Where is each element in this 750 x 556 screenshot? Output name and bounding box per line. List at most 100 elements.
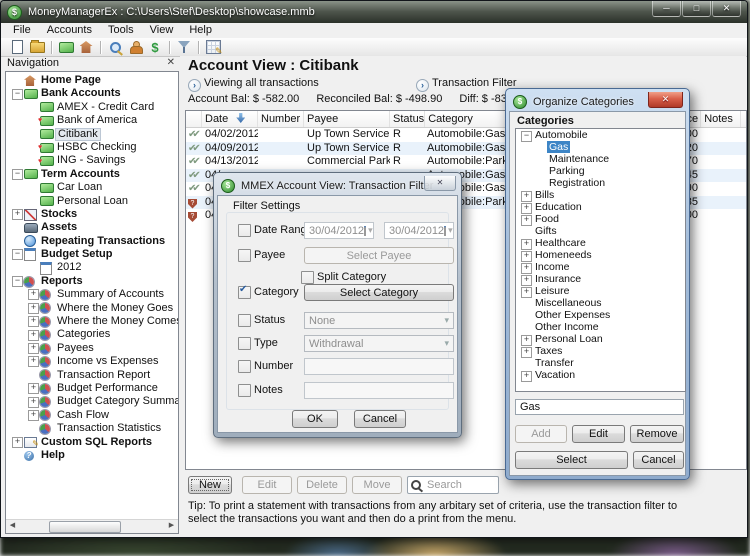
category-item[interactable]: Maintenance: [516, 153, 685, 165]
menu-item[interactable]: File: [5, 23, 39, 38]
nav-item[interactable]: + Cash Flow: [6, 409, 178, 422]
category-item[interactable]: − Automobile: [516, 129, 685, 142]
new-button[interactable]: New: [188, 476, 232, 494]
tree-expander-icon[interactable]: +: [521, 369, 533, 382]
search-box[interactable]: [407, 476, 499, 494]
tree-expander-icon[interactable]: +: [28, 289, 40, 301]
tree-expander-icon[interactable]: −: [12, 249, 24, 261]
nav-item[interactable]: + Payees: [6, 342, 178, 355]
tree-expander-icon[interactable]: +: [12, 209, 24, 221]
date-from-picker[interactable]: 30/04/2012: [304, 222, 374, 239]
nav-item[interactable]: + Categories: [6, 328, 178, 341]
tree-expander-icon[interactable]: +: [28, 316, 40, 328]
nav-item[interactable]: Personal Loan: [6, 195, 178, 208]
edit-button[interactable]: Edit: [242, 476, 292, 494]
tree-expander-icon[interactable]: +: [28, 409, 40, 421]
open-database-icon[interactable]: [27, 39, 47, 55]
search-input[interactable]: [425, 478, 495, 492]
navigation-close-icon[interactable]: ✕: [167, 58, 175, 68]
nav-item[interactable]: − Term Accounts: [6, 168, 178, 181]
tree-expander-icon[interactable]: +: [12, 436, 24, 448]
number-column-header[interactable]: Number: [258, 111, 304, 127]
tree-expander-icon[interactable]: +: [521, 285, 533, 298]
nav-item[interactable]: 2012: [6, 261, 178, 275]
category-item[interactable]: Miscellaneous: [516, 297, 685, 309]
delete-button[interactable]: Delete: [297, 476, 347, 494]
nav-item[interactable]: Transaction Statistics: [6, 422, 178, 435]
category-item[interactable]: + Food: [516, 213, 685, 226]
nav-item[interactable]: + Income vs Expenses: [6, 355, 178, 368]
tree-expander-icon[interactable]: +: [28, 383, 40, 395]
nav-item[interactable]: Repeating Transactions: [6, 235, 178, 248]
nav-item[interactable]: + Where the Money Comes From: [6, 315, 178, 328]
date-column-header[interactable]: Date: [202, 111, 258, 127]
type-checkbox[interactable]: [238, 337, 251, 350]
minimize-button[interactable]: ─: [652, 1, 681, 17]
maximize-button[interactable]: □: [682, 1, 711, 17]
number-input[interactable]: [304, 358, 454, 375]
category-item[interactable]: + Income: [516, 261, 685, 274]
category-item[interactable]: Registration: [516, 177, 685, 189]
nav-item[interactable]: − Bank Accounts: [6, 87, 178, 100]
window-titlebar[interactable]: $ MoneyManagerEx : C:\Users\Stef\Desktop…: [1, 1, 747, 23]
ok-button[interactable]: OK: [292, 410, 338, 428]
category-item[interactable]: + Healthcare: [516, 237, 685, 250]
nav-item[interactable]: Home Page: [6, 74, 178, 87]
nav-item[interactable]: + Budget Category Summary: [6, 395, 178, 408]
status-column-header[interactable]: Status: [390, 111, 426, 127]
nav-item[interactable]: + Summary of Accounts: [6, 288, 178, 301]
category-checkbox[interactable]: [238, 284, 251, 299]
category-item[interactable]: + Education: [516, 201, 685, 214]
cancel-button[interactable]: Cancel: [354, 410, 406, 428]
general-report-manager-icon[interactable]: [203, 39, 223, 57]
category-item[interactable]: Parking: [516, 165, 685, 177]
cancel-button[interactable]: Cancel: [633, 451, 684, 469]
menu-item[interactable]: Help: [181, 23, 220, 38]
tree-expander-icon[interactable]: −: [12, 88, 24, 100]
categories-dialog-close-icon[interactable]: ✕: [648, 92, 683, 108]
menu-item[interactable]: View: [142, 23, 182, 38]
category-item[interactable]: + Taxes: [516, 345, 685, 358]
status-dropdown[interactable]: None: [304, 312, 454, 329]
home-icon[interactable]: [76, 39, 96, 55]
organize-currency-icon[interactable]: [145, 39, 165, 55]
new-database-icon[interactable]: [7, 39, 27, 55]
category-name-input[interactable]: Gas: [515, 399, 684, 415]
viewing-all-transactions-link[interactable]: Viewing all transactions: [188, 77, 319, 92]
add-button[interactable]: Add: [515, 425, 567, 443]
nav-item[interactable]: Transaction Report: [6, 369, 178, 382]
category-item[interactable]: Gifts: [516, 225, 685, 237]
category-item[interactable]: + Homeneeds: [516, 249, 685, 262]
close-button[interactable]: ✕: [712, 1, 741, 17]
nav-item[interactable]: Bank of America: [6, 114, 178, 128]
type-dropdown[interactable]: Withdrawal: [304, 335, 454, 352]
menu-item[interactable]: Tools: [100, 23, 142, 38]
nav-item[interactable]: Help: [6, 449, 178, 462]
tree-expander-icon[interactable]: +: [28, 329, 40, 341]
filter-dialog-close-icon[interactable]: ✕: [424, 176, 456, 191]
status-icon-column-header[interactable]: [186, 111, 202, 127]
category-item[interactable]: + Insurance: [516, 273, 685, 286]
scroll-right-icon[interactable]: ▶: [165, 520, 178, 533]
tree-expander-icon[interactable]: −: [12, 276, 24, 288]
move-button[interactable]: Move: [352, 476, 402, 494]
tree-expander-icon[interactable]: +: [28, 396, 40, 408]
organize-payees-icon[interactable]: [105, 39, 125, 55]
nav-item[interactable]: ING - Savings: [6, 154, 178, 168]
nav-item[interactable]: − Reports: [6, 275, 178, 288]
select-payee-button[interactable]: Select Payee: [304, 247, 454, 264]
tree-expander-icon[interactable]: −: [521, 129, 533, 142]
transaction-filter-link[interactable]: Transaction Filter: [416, 77, 517, 92]
remove-button[interactable]: Remove: [630, 425, 684, 443]
category-item[interactable]: Other Expenses: [516, 309, 685, 321]
new-account-icon[interactable]: [56, 39, 76, 55]
filter-dialog-titlebar[interactable]: $ MMEX Account View: Transaction Filter: [217, 176, 458, 195]
notes-column-header[interactable]: Notes: [701, 111, 742, 127]
category-item[interactable]: Other Income: [516, 321, 685, 333]
notes-checkbox[interactable]: [238, 384, 251, 397]
notes-input[interactable]: [304, 382, 454, 399]
nav-item[interactable]: + Budget Performance: [6, 382, 178, 395]
payee-column-header[interactable]: Payee: [304, 111, 390, 127]
nav-item[interactable]: HSBC Checking: [6, 141, 178, 155]
select-button[interactable]: Select: [515, 451, 628, 469]
